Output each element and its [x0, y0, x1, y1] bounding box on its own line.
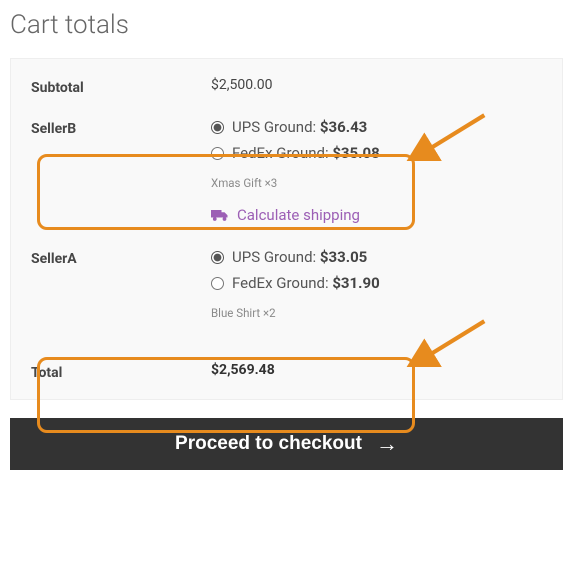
- total-row: Total $2,569.48: [31, 362, 542, 381]
- shipping-radio[interactable]: [211, 251, 224, 264]
- shipping-option-price: $31.90: [332, 274, 379, 292]
- subtotal-value: $2,500.00: [211, 77, 542, 93]
- subtotal-row: Subtotal $2,500.00: [31, 77, 542, 118]
- checkout-button-label: Proceed to checkout: [175, 433, 362, 455]
- calculate-shipping-text: Calculate shipping: [237, 206, 360, 224]
- shipping-option[interactable]: FedEx Ground: $31.90: [211, 274, 542, 292]
- shipping-option[interactable]: FedEx Ground: $35.08: [211, 144, 542, 162]
- seller-row: SellerA UPS Ground: $33.05 FedEx Ground:…: [31, 248, 542, 356]
- shipping-radio[interactable]: [211, 121, 224, 134]
- shipping-option-label: UPS Ground:: [232, 248, 316, 266]
- seller-name: SellerB: [31, 118, 211, 137]
- total-value: $2,569.48: [211, 362, 542, 378]
- shipping-radio[interactable]: [211, 277, 224, 290]
- shipping-option-label: UPS Ground:: [232, 118, 316, 136]
- truck-icon: [211, 208, 229, 222]
- seller-items-note: Blue Shirt ×2: [211, 306, 542, 320]
- cart-totals-panel: Subtotal $2,500.00 SellerB UPS Ground: $…: [10, 58, 563, 400]
- shipping-option-label: FedEx Ground:: [232, 144, 329, 162]
- shipping-radio[interactable]: [211, 147, 224, 160]
- shipping-option-label: FedEx Ground:: [232, 274, 329, 292]
- seller-name: SellerA: [31, 248, 211, 267]
- proceed-to-checkout-button[interactable]: Proceed to checkout →: [10, 418, 563, 470]
- seller-items-note: Xmas Gift ×3: [211, 176, 542, 190]
- page-title: Cart totals: [10, 10, 563, 40]
- shipping-options: UPS Ground: $33.05 FedEx Ground: $31.90: [211, 248, 542, 292]
- shipping-option-price: $36.43: [320, 118, 367, 136]
- subtotal-label: Subtotal: [31, 77, 211, 96]
- shipping-option[interactable]: UPS Ground: $36.43: [211, 118, 542, 136]
- seller-row: SellerB UPS Ground: $36.43 FedEx Ground:…: [31, 118, 542, 248]
- shipping-option-price: $33.05: [320, 248, 367, 266]
- shipping-options: UPS Ground: $36.43 FedEx Ground: $35.08: [211, 118, 542, 162]
- total-label: Total: [31, 362, 211, 381]
- arrow-right-icon: →: [376, 433, 398, 455]
- calculate-shipping-link[interactable]: Calculate shipping: [211, 206, 360, 224]
- shipping-option-price: $35.08: [332, 144, 379, 162]
- shipping-option[interactable]: UPS Ground: $33.05: [211, 248, 542, 266]
